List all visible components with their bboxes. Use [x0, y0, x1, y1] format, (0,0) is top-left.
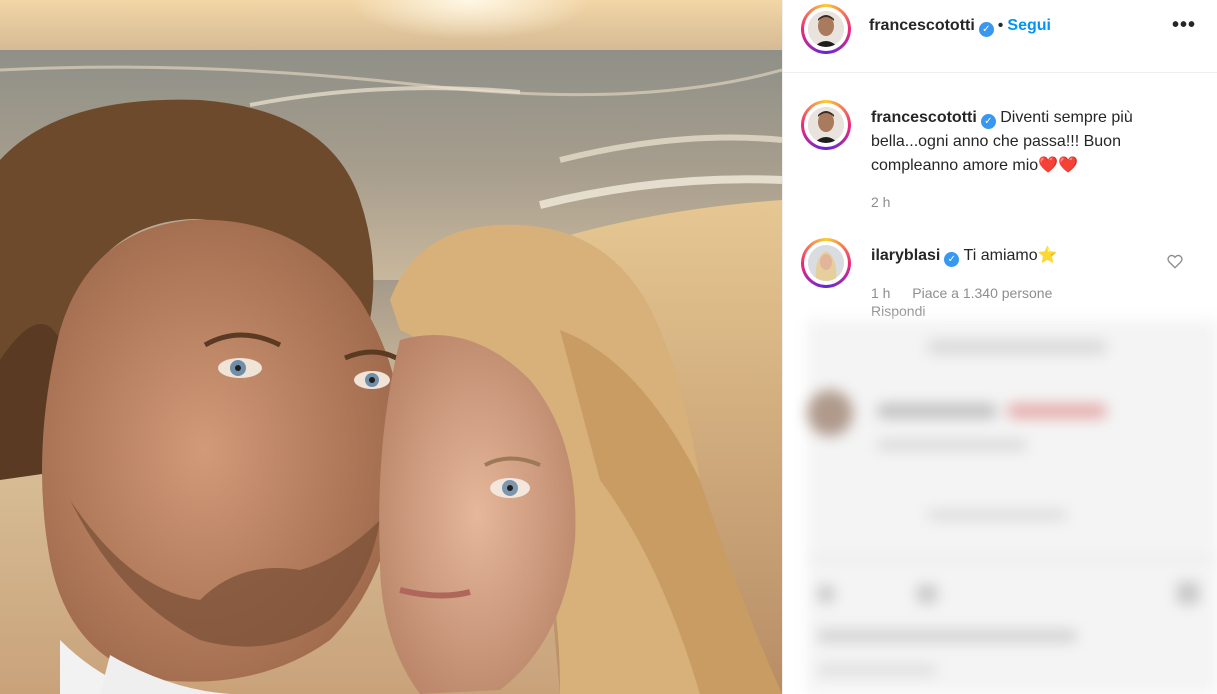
caption-text-line3: compleanno amore mio	[871, 157, 1039, 174]
caption-text-line1: Diventi sempre più	[1000, 109, 1133, 126]
post-side-panel: francescototti ✓ • Segui ••• francescototti…	[782, 0, 1217, 694]
follow-button[interactable]: Segui	[1007, 17, 1051, 34]
more-options-icon[interactable]: •••	[1172, 14, 1196, 37]
caption-username[interactable]: francescototti	[871, 109, 977, 126]
heart-emoji: ❤️❤️	[1038, 157, 1079, 174]
separator-dot: •	[997, 17, 1004, 34]
verified-badge-icon: ✓	[980, 114, 996, 129]
photo-illustration	[0, 0, 782, 694]
avatar-image	[808, 245, 844, 281]
post-photo[interactable]	[0, 0, 782, 694]
blurred-comments	[807, 320, 1217, 694]
caption-avatar[interactable]	[801, 100, 851, 150]
verified-badge-icon: ✓	[978, 22, 994, 37]
commenter-avatar[interactable]	[801, 238, 851, 288]
author-username[interactable]: francescototti	[869, 17, 975, 34]
heart-outline-icon[interactable]	[1166, 252, 1184, 270]
header-user-row: francescototti ✓ • Segui	[869, 17, 1051, 37]
reply-button[interactable]: Rispondi	[871, 303, 925, 319]
comment-likes[interactable]: Piace a 1.340 persone	[912, 285, 1052, 301]
comment-row: ilaryblasi ✓ Ti amiamo⭐	[871, 244, 1058, 268]
comment-time[interactable]: 1 h	[871, 285, 890, 301]
caption-block: francescototti ✓ Diventi sempre più bella…	[871, 106, 1191, 178]
comment-text: Ti amiamo	[963, 247, 1038, 264]
caption-text-line2: bella...ogni anno che passa!!! Buon	[871, 133, 1121, 150]
comment-meta: 1 h Piace a 1.340 persone	[871, 285, 1052, 301]
verified-badge-icon: ✓	[944, 252, 960, 267]
avatar-image	[808, 107, 844, 143]
avatar-image	[808, 11, 844, 47]
author-avatar[interactable]	[801, 4, 851, 54]
commenter-username[interactable]: ilaryblasi	[871, 247, 940, 264]
star-emoji: ⭐	[1037, 247, 1058, 264]
caption-time[interactable]: 2 h	[871, 194, 890, 210]
post-header: francescototti ✓ • Segui •••	[783, 0, 1217, 73]
